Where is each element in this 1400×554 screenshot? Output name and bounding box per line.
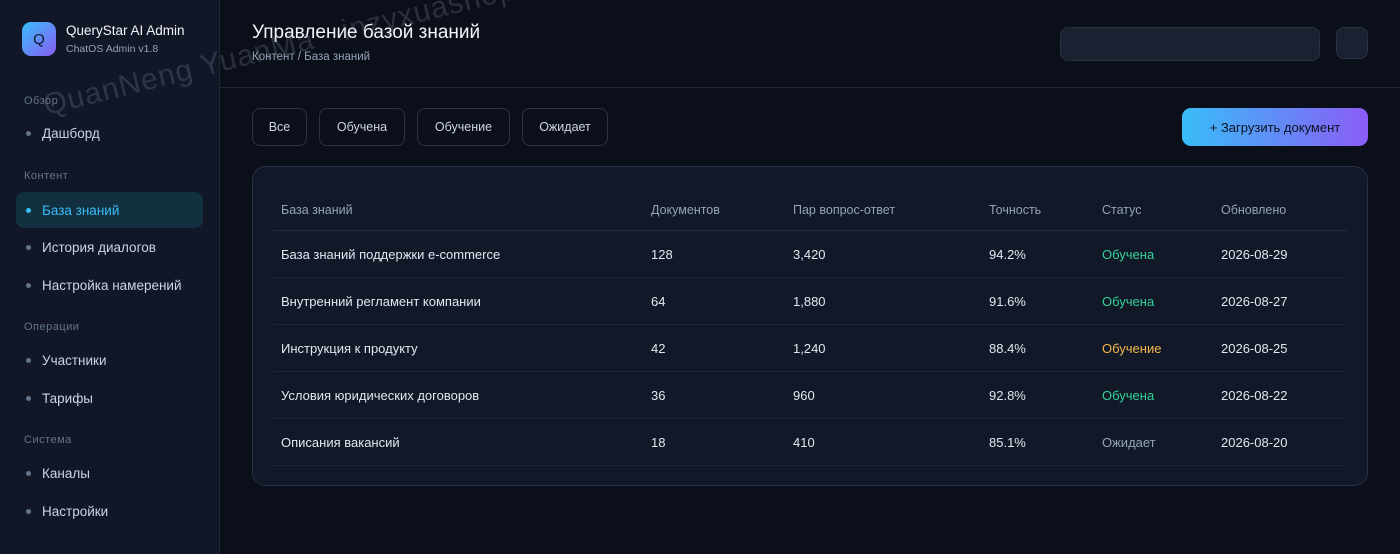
status-badge: Обучена bbox=[1102, 293, 1155, 309]
row-qa: 3,420 bbox=[793, 246, 826, 262]
row-updated: 2026-08-22 bbox=[1221, 387, 1288, 403]
row-accuracy: 91.6% bbox=[989, 293, 1026, 309]
column-header-docs[interactable]: Документов bbox=[651, 189, 720, 230]
row-updated: 2026-08-20 bbox=[1221, 434, 1288, 450]
bullet-icon bbox=[26, 282, 31, 288]
breadcrumb[interactable]: Контент / База знаний bbox=[252, 51, 370, 63]
sidebar-section-content: Контент bbox=[24, 170, 69, 182]
filter-trained-button[interactable]: Обучена bbox=[319, 108, 405, 146]
status-badge: Обучена bbox=[1102, 387, 1155, 403]
table-row[interactable]: Условия юридических договоров 36 960 92.… bbox=[273, 372, 1347, 419]
bullet-icon bbox=[26, 130, 31, 136]
table-row[interactable]: База знаний поддержки e-commerce 128 3,4… bbox=[273, 231, 1347, 278]
table-row[interactable]: Инструкция к продукту 42 1,240 88.4% Обу… bbox=[273, 325, 1347, 372]
main-content: Управление базой знаний Контент / База з… bbox=[220, 0, 1400, 554]
row-name: Инструкция к продукту bbox=[281, 340, 418, 356]
sidebar-item-members[interactable]: Участники bbox=[16, 342, 203, 378]
sidebar: Q QueryStar AI Admin ChatOS Admin v1.8 О… bbox=[0, 0, 220, 554]
column-header-name[interactable]: База знаний bbox=[281, 189, 353, 230]
row-qa: 1,880 bbox=[793, 293, 826, 309]
row-accuracy: 85.1% bbox=[989, 434, 1026, 450]
brand[interactable]: Q QueryStar AI Admin ChatOS Admin v1.8 bbox=[22, 22, 185, 56]
row-name: Внутренний регламент компании bbox=[281, 293, 481, 309]
column-header-status[interactable]: Статус bbox=[1102, 189, 1142, 230]
row-docs: 128 bbox=[651, 246, 673, 262]
table-header: База знаний Документов Пар вопрос-ответ … bbox=[273, 189, 1347, 231]
brand-version: ChatOS Admin v1.8 bbox=[66, 42, 159, 55]
row-accuracy: 88.4% bbox=[989, 340, 1026, 356]
bullet-icon bbox=[26, 357, 31, 363]
column-header-updated[interactable]: Обновлено bbox=[1221, 189, 1286, 230]
row-docs: 42 bbox=[651, 340, 666, 356]
sidebar-section-operations: Операции bbox=[24, 321, 80, 333]
bullet-icon bbox=[26, 395, 31, 401]
sidebar-item-label: Тарифы bbox=[42, 390, 94, 406]
sidebar-item-label: Настройки bbox=[42, 503, 109, 519]
sidebar-item-dashboard[interactable]: Дашборд bbox=[16, 115, 203, 151]
page-title: Управление базой знаний bbox=[252, 22, 481, 43]
sidebar-item-channels[interactable]: Каналы bbox=[16, 455, 203, 491]
sidebar-item-label: Настройка намерений bbox=[42, 277, 182, 293]
column-header-qa[interactable]: Пар вопрос-ответ bbox=[793, 189, 895, 230]
sidebar-item-intent-settings[interactable]: Настройка намерений bbox=[16, 267, 203, 303]
sidebar-item-label: Каналы bbox=[42, 465, 90, 481]
brand-name: QueryStar AI Admin bbox=[66, 22, 185, 38]
row-updated: 2026-08-25 bbox=[1221, 340, 1288, 356]
bullet-icon bbox=[26, 207, 31, 213]
row-accuracy: 94.2% bbox=[989, 246, 1026, 262]
column-header-accuracy[interactable]: Точность bbox=[989, 189, 1041, 230]
sidebar-item-label: История диалогов bbox=[42, 239, 156, 255]
sidebar-item-dialog-history[interactable]: История диалогов bbox=[16, 229, 203, 265]
row-name: Описания вакансий bbox=[281, 434, 400, 450]
sidebar-item-settings[interactable]: Настройки bbox=[16, 493, 203, 529]
status-badge: Обучение bbox=[1102, 340, 1162, 356]
sidebar-section-system: Система bbox=[24, 434, 72, 446]
knowledge-base-table: База знаний Документов Пар вопрос-ответ … bbox=[252, 166, 1368, 486]
action-icon-button[interactable] bbox=[1336, 27, 1368, 59]
row-qa: 410 bbox=[793, 434, 815, 450]
brand-text: QueryStar AI Admin ChatOS Admin v1.8 bbox=[66, 23, 185, 56]
bullet-icon bbox=[26, 244, 31, 250]
row-accuracy: 92.8% bbox=[989, 387, 1026, 403]
row-qa: 1,240 bbox=[793, 340, 826, 356]
sidebar-item-label: Участники bbox=[42, 352, 107, 368]
sidebar-item-knowledge-base[interactable]: База знаний bbox=[16, 192, 203, 228]
row-updated: 2026-08-27 bbox=[1221, 293, 1288, 309]
row-docs: 18 bbox=[651, 434, 666, 450]
upload-document-button[interactable]: + Загрузить документ bbox=[1182, 108, 1368, 146]
bullet-icon bbox=[26, 470, 31, 476]
sidebar-item-label: Дашборд bbox=[42, 125, 100, 141]
bullet-icon bbox=[26, 508, 31, 514]
page-header: Управление базой знаний Контент / База з… bbox=[220, 0, 1400, 88]
row-name: База знаний поддержки e-commerce bbox=[281, 246, 501, 262]
sidebar-item-plans[interactable]: Тарифы bbox=[16, 380, 203, 416]
sidebar-section-overview: Обзор bbox=[24, 95, 59, 107]
status-badge: Обучена bbox=[1102, 246, 1155, 262]
filter-all-button[interactable]: Все bbox=[252, 108, 307, 146]
row-updated: 2026-08-29 bbox=[1221, 246, 1288, 262]
table-row[interactable]: Внутренний регламент компании 64 1,880 9… bbox=[273, 278, 1347, 325]
filter-training-button[interactable]: Обучение bbox=[417, 108, 510, 146]
brand-logo: Q bbox=[22, 22, 56, 56]
status-badge: Ожидает bbox=[1102, 434, 1156, 450]
row-name: Условия юридических договоров bbox=[281, 387, 480, 403]
row-docs: 64 bbox=[651, 293, 666, 309]
row-qa: 960 bbox=[793, 387, 815, 403]
table-row[interactable]: Описания вакансий 18 410 85.1% Ожидает 2… bbox=[273, 419, 1347, 466]
row-docs: 36 bbox=[651, 387, 666, 403]
search-input[interactable] bbox=[1060, 27, 1320, 61]
sidebar-item-label: База знаний bbox=[42, 202, 120, 218]
filter-pending-button[interactable]: Ожидает bbox=[522, 108, 608, 146]
